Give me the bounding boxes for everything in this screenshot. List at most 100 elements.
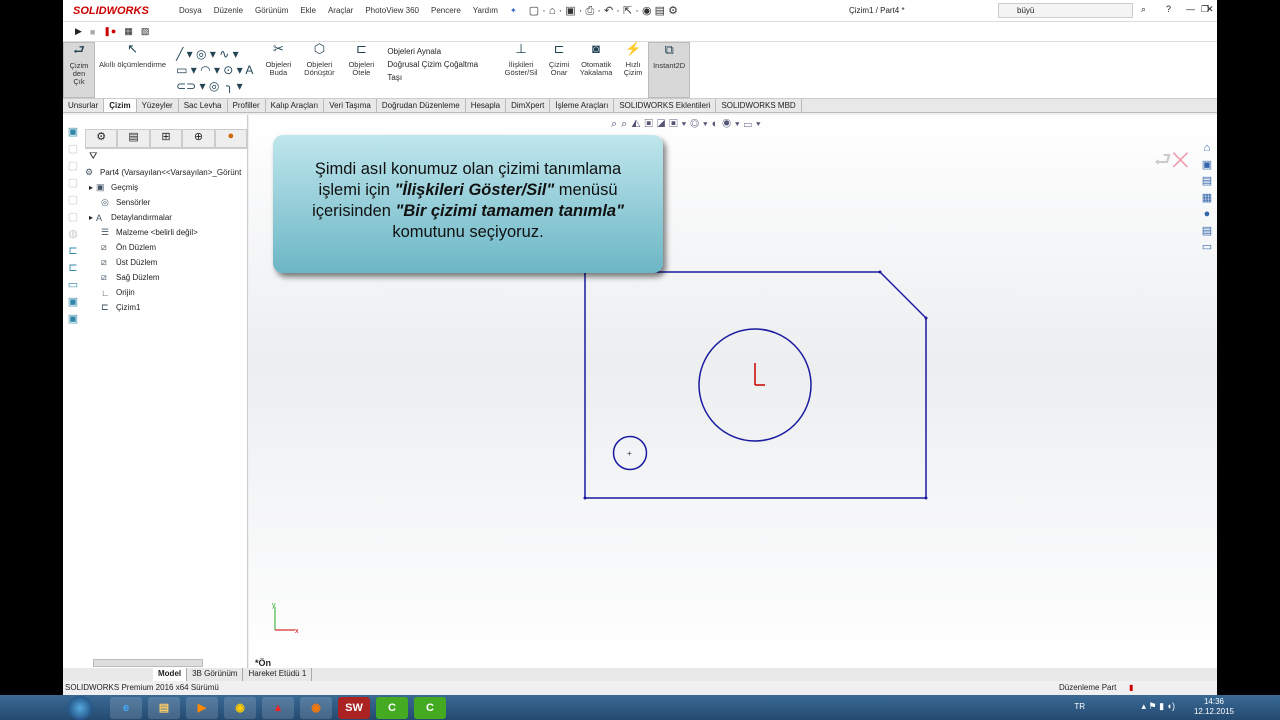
part-icon[interactable]: ▣ bbox=[63, 312, 83, 329]
tab-veri-ta-ma[interactable]: Veri Taşıma bbox=[324, 99, 377, 112]
quick-snaps-button[interactable]: ◙ Otomatik Yakalama bbox=[574, 42, 618, 98]
tree-item[interactable]: ⧄ Sağ Düzlem bbox=[85, 270, 247, 285]
expand-icon[interactable]: ▸ bbox=[89, 213, 93, 222]
tab-hesapla[interactable]: Hesapla bbox=[466, 99, 507, 112]
menu-ekle[interactable]: Ekle bbox=[294, 6, 322, 15]
camtasia-recorder-icon[interactable]: C bbox=[414, 696, 446, 719]
close-button[interactable]: ✕ bbox=[1206, 4, 1214, 15]
view-icon[interactable]: ▢ bbox=[63, 142, 83, 159]
tree-item[interactable]: ▸ A Detaylandırmalar bbox=[85, 210, 247, 225]
tree-item[interactable]: ☰ Malzeme <belirli değil> bbox=[85, 225, 247, 240]
graphics-area[interactable]: ⌕⌕◭▣◪▣▾◎▾◐◉▾▭▾ ⌂ ▣ ▤ ▦ ● ▤ ▭ ⮐✕ + xy Şimdi ası… bbox=[249, 115, 1217, 668]
tab-unsurlar[interactable]: Unsurlar bbox=[63, 99, 105, 112]
tab-kal-p-ara-lar-[interactable]: Kalıp Araçları bbox=[266, 99, 325, 112]
feature-tree-tab-icon[interactable]: ⚙ bbox=[85, 129, 118, 148]
tree-item[interactable]: ⊏ Çizim1 bbox=[85, 300, 247, 315]
tab-dimxpert[interactable]: DimXpert bbox=[506, 99, 551, 112]
search-icon[interactable]: ⌕ bbox=[1141, 4, 1146, 15]
tree-item[interactable]: ⧄ Üst Düzlem bbox=[85, 255, 247, 270]
tray-icons[interactable]: ▴ ⚑ ▮ ◖) bbox=[1142, 701, 1175, 712]
tab-solidworks-eklentileri[interactable]: SOLIDWORKS Eklentileri bbox=[614, 99, 717, 112]
record-icon[interactable]: ❚● bbox=[103, 26, 116, 37]
edit-macro-icon[interactable]: ▧ bbox=[141, 26, 150, 37]
tree-scrollbar[interactable] bbox=[93, 659, 203, 667]
instant2d-button[interactable]: ⧉ Instant2D bbox=[648, 42, 691, 98]
explorer-icon[interactable]: ▤ bbox=[148, 696, 180, 719]
tree-item[interactable]: ▸ ▣ Geçmiş bbox=[85, 180, 247, 195]
media-player-icon[interactable]: ▶ bbox=[186, 696, 218, 719]
menu-photoview[interactable]: PhotoView 360 bbox=[359, 6, 425, 15]
slot-point-fillet-icons[interactable]: ⊂⊃ ▾ ◎ ╮ ▾ bbox=[176, 79, 253, 93]
language-indicator[interactable]: TR bbox=[1074, 702, 1085, 711]
view-icon[interactable]: ▢ bbox=[63, 159, 83, 176]
repair-sketch-button[interactable]: ⊏ Çizimi Onar bbox=[544, 42, 574, 98]
rapid-sketch-button[interactable]: ⚡ Hızlı Çizim bbox=[618, 42, 648, 98]
menu-dosya[interactable]: Dosya bbox=[173, 6, 208, 15]
help-icon[interactable]: ? bbox=[1166, 4, 1171, 14]
menu-araclar[interactable]: Araçlar bbox=[322, 6, 359, 15]
property-tab-icon[interactable]: ▤ bbox=[117, 129, 150, 148]
chrome-icon[interactable]: ◉ bbox=[224, 696, 256, 719]
expand-icon[interactable]: ▸ bbox=[89, 183, 93, 192]
tab-i-leme-ara-lar-[interactable]: İşleme Araçları bbox=[550, 99, 615, 112]
trim-button[interactable]: ✂ Objeleri Buda bbox=[259, 42, 297, 98]
tree-item[interactable]: ⧄ Ön Düzlem bbox=[85, 240, 247, 255]
tab-y-zeyler[interactable]: Yüzeyler bbox=[137, 99, 179, 112]
menu-duzenle[interactable]: Düzenle bbox=[208, 6, 249, 15]
tab-do-rudan-d-zenleme[interactable]: Doğrudan Düzenleme bbox=[377, 99, 466, 112]
exit-sketch-button[interactable]: ⮐ Çizim den Çık bbox=[63, 42, 95, 98]
camtasia-icon[interactable]: C bbox=[376, 696, 408, 719]
part-icon[interactable]: ▣ bbox=[63, 295, 83, 312]
new-macro-icon[interactable]: ▦ bbox=[124, 26, 133, 37]
tab-sac-levha[interactable]: Sac Levha bbox=[179, 99, 228, 112]
start-button[interactable] bbox=[68, 696, 92, 720]
view-icon[interactable]: ▢ bbox=[63, 210, 83, 227]
view-icon[interactable]: ▢ bbox=[63, 193, 83, 210]
move-button[interactable]: Taşı bbox=[387, 73, 478, 82]
pin-icon[interactable]: ✦ bbox=[504, 6, 523, 15]
tree-item[interactable]: ∟ Orijin bbox=[85, 285, 247, 300]
play-icon[interactable]: ▶ bbox=[75, 26, 82, 37]
menu-yardim[interactable]: Yardım bbox=[467, 6, 504, 15]
menu-gorunum[interactable]: Görünüm bbox=[249, 6, 294, 15]
offset-button[interactable]: ⊏ Objeleri Ötele bbox=[341, 42, 381, 98]
sketch-entity-tools[interactable]: ╱ ▾ ◎ ▾ ∿ ▾ ▭ ▾ ◠ ▾ ⊙ ▾ A ⊂⊃ ▾ ◎ ╮ ▾ bbox=[170, 42, 259, 98]
display-tab-icon[interactable]: ● bbox=[214, 129, 248, 148]
tab-3d-view[interactable]: 3B Görünüm bbox=[187, 668, 244, 681]
rebuild-icon[interactable]: ▮ bbox=[1129, 683, 1133, 692]
firefox-icon[interactable]: ◉ bbox=[300, 696, 332, 719]
display-icon[interactable]: ▭ bbox=[63, 278, 83, 295]
quick-access-icons[interactable]: ▢ · ⌂ · ▣ · ⎙ · ↶ · ⇱ · ◉ ▤ ⚙ bbox=[523, 4, 684, 18]
tab-motion-study[interactable]: Hareket Etüdü 1 bbox=[243, 668, 313, 681]
tab-profiller[interactable]: Profiller bbox=[228, 99, 266, 112]
minimize-button[interactable]: — bbox=[1186, 4, 1195, 14]
stop-icon[interactable]: ■ bbox=[90, 27, 95, 37]
view-icon[interactable]: ◍ bbox=[63, 227, 83, 244]
tab--izim[interactable]: Çizim bbox=[104, 99, 137, 112]
menu-pencere[interactable]: Pencere bbox=[425, 6, 467, 15]
dimxpert-tab-icon[interactable]: ⊕ bbox=[182, 129, 215, 148]
ie-icon[interactable]: e bbox=[110, 696, 142, 719]
sketch-icon[interactable]: ⊏ bbox=[63, 261, 83, 278]
clock[interactable]: 14:36 12.12.2015 bbox=[1194, 697, 1234, 717]
view-icon[interactable]: ▢ bbox=[63, 176, 83, 193]
convert-button[interactable]: ⬡ Objeleri Dönüştür bbox=[297, 42, 341, 98]
smart-dimension-button[interactable]: ↖ Akıllı ölçümlendirme bbox=[95, 42, 170, 98]
solidworks-taskbar-icon[interactable]: SW bbox=[338, 696, 370, 719]
linear-pattern-button[interactable]: Doğrusal Çizim Çoğaltma bbox=[387, 60, 478, 69]
tree-item[interactable]: ◎ Sensörler bbox=[85, 195, 247, 210]
tab-model[interactable]: Model bbox=[153, 668, 188, 681]
config-tab-icon[interactable]: ⊞ bbox=[149, 129, 183, 148]
tab-solidworks-mbd[interactable]: SOLIDWORKS MBD bbox=[716, 99, 802, 112]
acrobat-icon[interactable]: ▲ bbox=[262, 696, 294, 719]
tree-item-label: Sağ Düzlem bbox=[116, 273, 160, 282]
sketch-icon[interactable]: ⊏ bbox=[63, 244, 83, 261]
view-cube-icon[interactable]: ▣ bbox=[63, 125, 83, 142]
display-delete-relations-button[interactable]: ⊥ İlişkileri Göster/Sil bbox=[498, 42, 544, 98]
rect-arc-polygon-icons[interactable]: ▭ ▾ ◠ ▾ ⊙ ▾ A bbox=[176, 63, 253, 77]
mirror-button[interactable]: Objeleri Aynala bbox=[387, 47, 478, 56]
line-circle-spline-icons[interactable]: ╱ ▾ ◎ ▾ ∿ ▾ bbox=[176, 47, 253, 61]
search-input[interactable]: büyü bbox=[998, 3, 1133, 18]
tree-item[interactable]: ⚙ Part4 (Varsayılan<<Varsayılan>_Görünt bbox=[85, 165, 247, 180]
filter-icon[interactable]: ⛛ bbox=[89, 151, 97, 162]
